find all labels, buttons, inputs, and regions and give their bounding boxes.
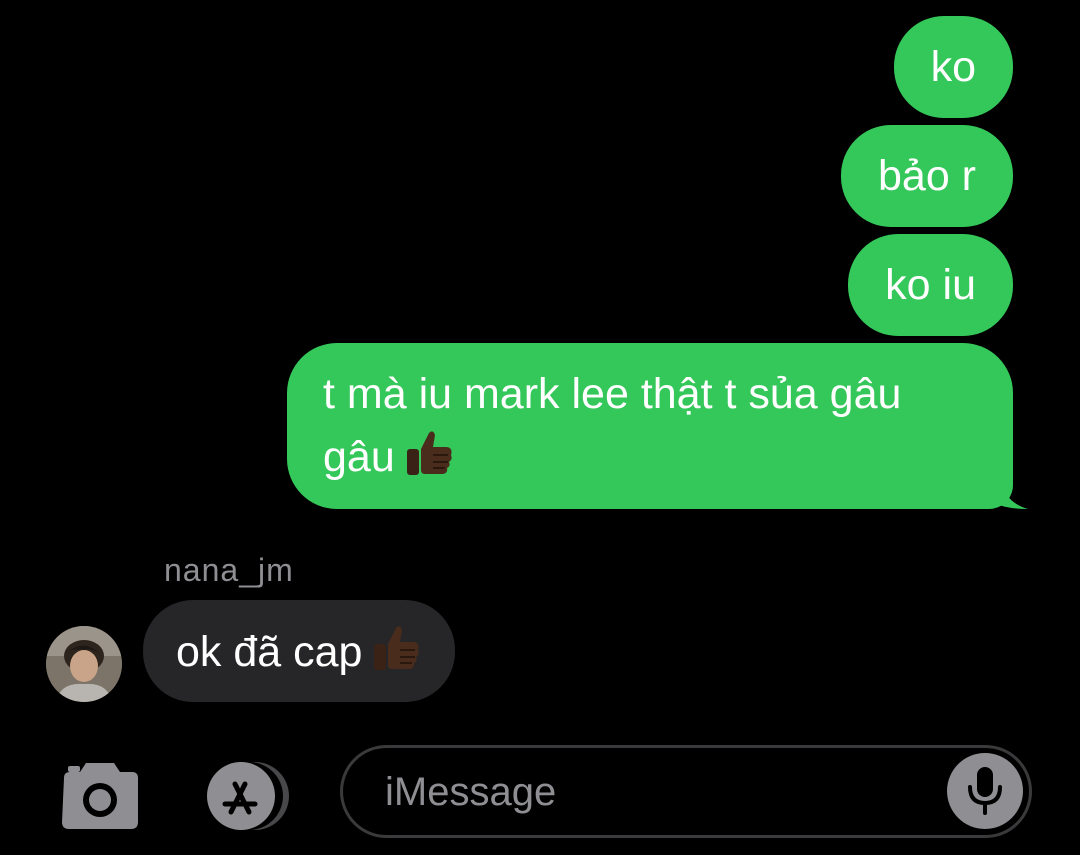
message-text: ok đã cap (176, 628, 363, 676)
avatar-photo-icon (46, 626, 122, 702)
sender-name: nana_jm (164, 552, 294, 588)
thumbs-up-emoji-icon (401, 425, 455, 496)
incoming-message-bubble[interactable]: ok đã cap (143, 600, 456, 702)
app-store-icon (207, 762, 289, 830)
outgoing-message-bubble[interactable]: ko (893, 16, 1013, 118)
message-input-placeholder: iMessage (385, 770, 557, 814)
message-input[interactable]: iMessage (340, 745, 1032, 838)
thumbs-up-emoji-icon (368, 620, 422, 691)
app-store-button[interactable] (197, 760, 295, 832)
camera-icon (62, 763, 138, 829)
microphone-icon (968, 767, 1002, 815)
outgoing-message-bubble[interactable]: ko iu (848, 234, 1013, 336)
message-text: bảo r (877, 152, 976, 200)
outgoing-message-bubble[interactable]: bảo r (840, 125, 1013, 227)
outgoing-message-bubble[interactable]: t mà iu mark lee thật t sủa gâu gâu (287, 343, 1013, 509)
avatar[interactable] (46, 626, 122, 702)
message-text: ko (930, 43, 976, 91)
message-text: ko iu (885, 261, 976, 309)
bubble-tail-icon (988, 480, 1028, 509)
camera-button[interactable] (58, 760, 142, 832)
microphone-button[interactable] (947, 753, 1023, 829)
